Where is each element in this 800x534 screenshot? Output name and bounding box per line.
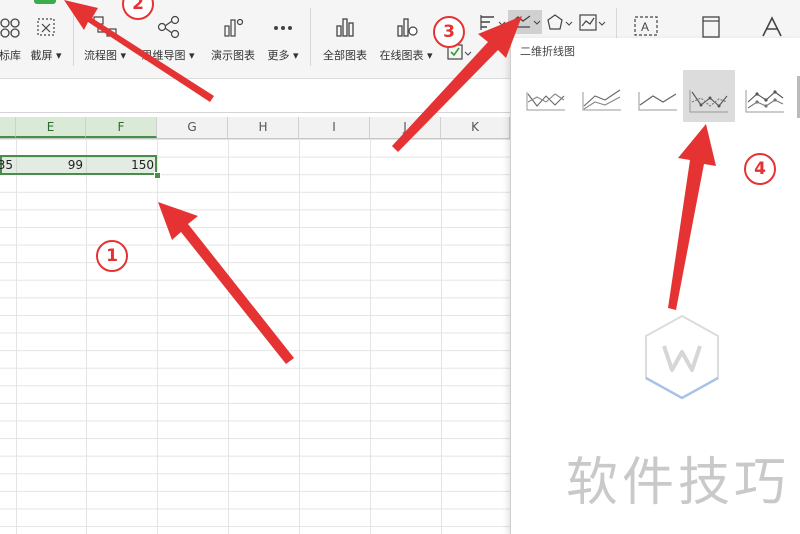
icon-library-icon <box>0 18 20 38</box>
flowchart-icon <box>93 16 117 37</box>
annotation-badge-3: 3 <box>433 16 465 48</box>
svg-text:A: A <box>641 20 649 34</box>
column-header-i[interactable]: I <box>299 117 370 138</box>
all-charts-button[interactable]: 全部图表 <box>316 4 374 72</box>
mindmap-icon <box>157 15 180 39</box>
bar-chart-dropdown-icon[interactable] <box>478 12 508 34</box>
art-text-icon[interactable] <box>758 14 786 40</box>
line-chart-markers-style-2[interactable] <box>740 72 790 122</box>
online-chart-label: 在线图表 ▾ <box>379 49 433 62</box>
annotation-badge-4: 4 <box>744 153 776 185</box>
screenshot-label: 截屏 ▾ <box>30 49 62 62</box>
column-header-g[interactable]: G <box>157 117 228 138</box>
cell-e2[interactable]: 99 <box>16 156 86 174</box>
line-chart-markers-style[interactable] <box>684 72 734 122</box>
line-chart-dropdown-icon[interactable] <box>508 10 542 34</box>
watermark-text: 软件技巧 <box>566 453 791 513</box>
textbox-icon[interactable]: A <box>632 14 660 40</box>
more-button[interactable]: 更多 ▾ <box>264 4 302 72</box>
icon-library-button[interactable]: 标库 <box>0 4 26 72</box>
radar-chart-dropdown-icon[interactable] <box>545 12 575 34</box>
column-header-d[interactable] <box>0 117 16 138</box>
ribbon-divider <box>73 8 74 66</box>
wps-logo-watermark <box>645 314 719 400</box>
column-header-f[interactable]: F <box>86 117 157 138</box>
grid-line <box>441 139 442 534</box>
cell-d2[interactable]: 35 <box>0 156 16 174</box>
line-chart-style-3[interactable] <box>633 72 683 122</box>
column-header-h[interactable]: H <box>228 117 299 138</box>
cell-f2[interactable]: 150 <box>86 156 157 174</box>
formula-bar[interactable] <box>0 86 510 113</box>
column-header-j[interactable]: J <box>370 117 441 138</box>
flowchart-button[interactable]: 流程图 ▾ <box>80 4 130 72</box>
screenshot-button[interactable]: 截屏 ▾ <box>28 4 64 72</box>
annotation-badge-1: 1 <box>96 240 128 272</box>
ribbon-divider <box>310 8 311 66</box>
online-chart-button[interactable]: 在线图表 ▾ <box>376 4 436 72</box>
mindmap-label: 思维导图 ▾ <box>141 49 195 62</box>
more-icon <box>274 26 292 30</box>
line-chart-style-2[interactable] <box>577 72 627 122</box>
grid-line <box>86 139 87 534</box>
demo-chart-icon <box>224 18 244 37</box>
spreadsheet-grid[interactable] <box>0 139 510 534</box>
icon-library-label: 标库 <box>0 49 21 62</box>
online-chart-icon <box>397 18 418 37</box>
more-label: 更多 ▾ <box>267 49 299 62</box>
grid-line <box>16 139 17 534</box>
column-header-e[interactable]: E <box>16 117 86 138</box>
area-chart-dropdown-icon[interactable] <box>578 12 608 34</box>
demo-chart-label: 演示图表 <box>211 49 255 62</box>
all-charts-icon <box>336 18 354 37</box>
column-header-row: E F G H I J K <box>0 117 510 139</box>
all-charts-label: 全部图表 <box>323 49 367 62</box>
grid-line <box>157 139 158 534</box>
grid-line <box>370 139 371 534</box>
line-chart-style-1[interactable] <box>521 72 571 122</box>
panel-title: 二维折线图 <box>520 45 575 58</box>
screenshot-icon <box>37 18 55 36</box>
fill-handle[interactable] <box>154 172 161 179</box>
flowchart-label: 流程图 ▾ <box>83 49 127 62</box>
demo-chart-button[interactable]: 演示图表 <box>205 4 261 72</box>
object-icon[interactable] <box>697 14 725 40</box>
grid-line <box>228 139 229 534</box>
column-header-k[interactable]: K <box>441 117 510 138</box>
grid-line <box>299 139 300 534</box>
